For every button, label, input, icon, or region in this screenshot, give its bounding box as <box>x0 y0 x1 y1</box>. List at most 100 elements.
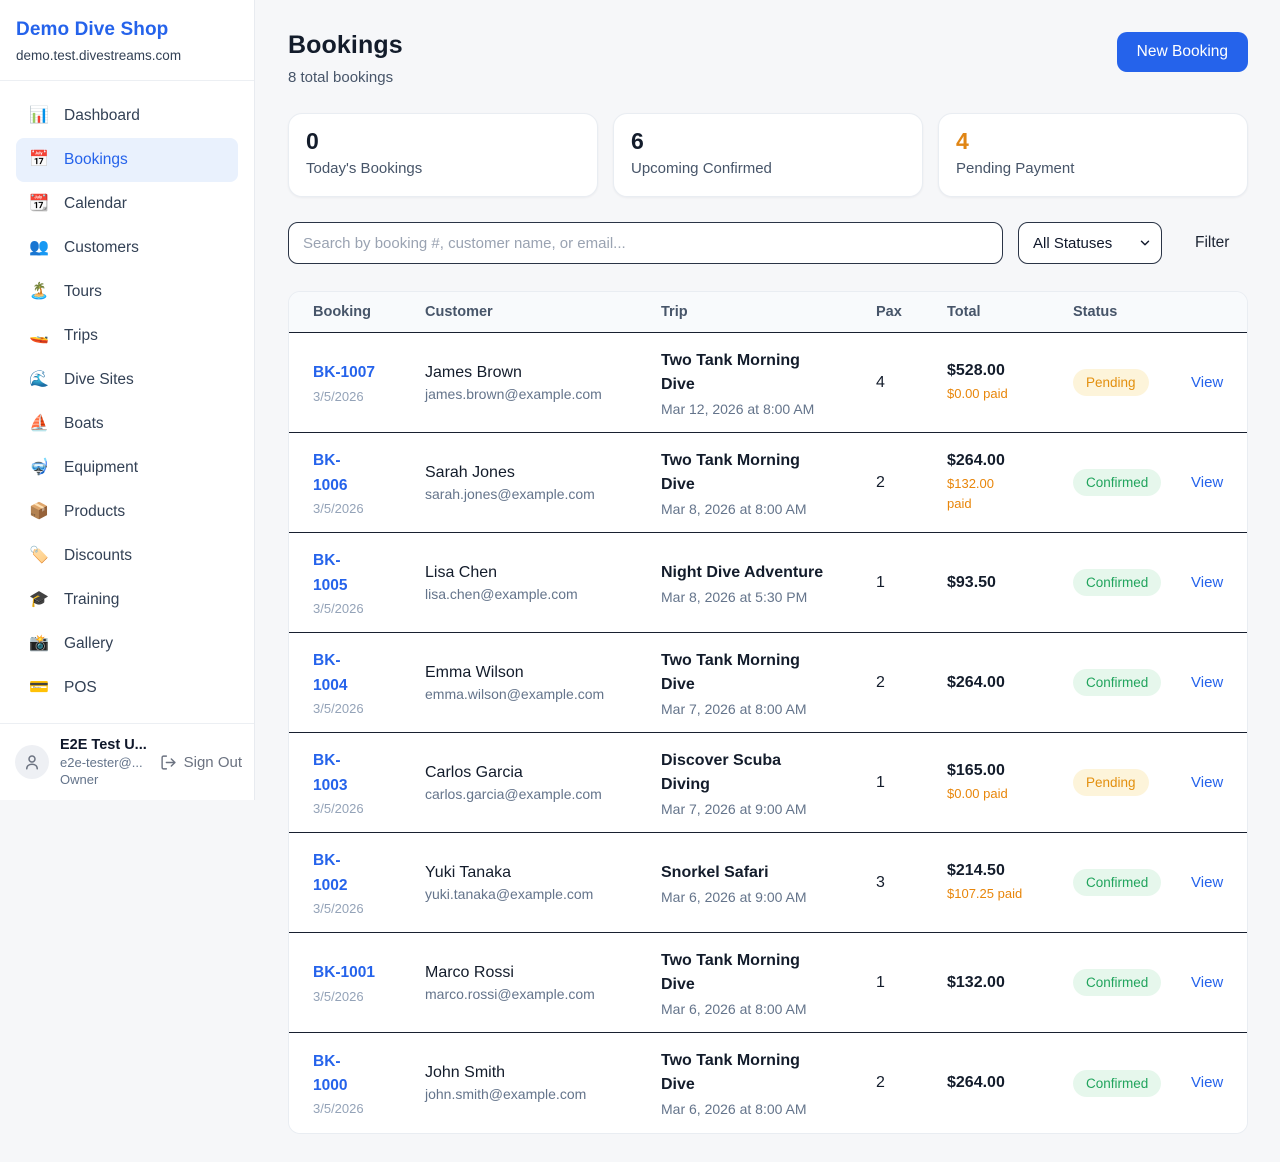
view-link[interactable]: View <box>1191 1074 1223 1091</box>
sidebar-item-calendar[interactable]: 📆Calendar <box>16 182 238 226</box>
user-block: E2E Test U... e2e-tester@... Owner <box>60 737 147 787</box>
trip-datetime: Mar 6, 2026 at 8:00 AM <box>661 1101 876 1117</box>
status-cell: Pending <box>1073 769 1191 796</box>
sidebar-item-pos[interactable]: 💳POS <box>16 666 238 710</box>
customer-name: Yuki Tanaka <box>425 864 661 882</box>
view-link[interactable]: View <box>1191 574 1223 591</box>
brand-block: Demo Dive Shop demo.test.divestreams.com <box>0 0 254 81</box>
table-row: BK-1002 3/5/2026 Yuki Tanaka yuki.tanaka@ex… <box>289 833 1247 933</box>
stat-value: 6 <box>631 128 905 155</box>
sidebar-item-gallery[interactable]: 📸Gallery <box>16 622 238 666</box>
total-amount: $132.00 <box>947 974 1073 992</box>
amount-paid: $107.25 paid <box>947 884 1073 904</box>
table-row: BK-10063/5/2026Sarah Jonessarah.jones@ex… <box>289 433 1247 533</box>
booking-date: 3/5/2026 <box>313 901 425 916</box>
status-cell: Confirmed <box>1073 1070 1191 1097</box>
view-link[interactable]: View <box>1191 874 1223 891</box>
booking-number-link[interactable]: BK-1003 <box>313 749 425 797</box>
table-row: BK-10003/5/2026John Smithjohn.smith@exam… <box>289 1033 1247 1133</box>
total-amount: $528.00 <box>947 362 1073 380</box>
view-link[interactable]: View <box>1191 374 1223 391</box>
sidebar-item-label: Bookings <box>64 151 128 169</box>
actions-cell: View <box>1191 974 1223 992</box>
sailboat-icon: ⛵ <box>29 416 49 432</box>
tag-icon: 🏷️ <box>29 548 49 564</box>
trip-cell: Two Tank MorningDiveMar 12, 2026 at 8:00… <box>661 349 876 417</box>
sidebar-item-tours[interactable]: 🏝️Tours <box>16 270 238 314</box>
status-badge: Confirmed <box>1073 569 1161 596</box>
sidebar-item-training[interactable]: 🎓Training <box>16 578 238 622</box>
sidebar-item-label: Discounts <box>64 547 132 565</box>
customer-name: Marco Rossi <box>425 964 661 982</box>
sidebar-item-trips[interactable]: 🚤Trips <box>16 314 238 358</box>
booking-cell: BK-10033/5/2026 <box>313 749 425 815</box>
filter-button[interactable]: Filter <box>1195 234 1229 252</box>
page-title: Bookings <box>288 31 403 60</box>
stat-label: Pending Payment <box>956 160 1230 177</box>
sign-out-button[interactable]: Sign Out <box>160 754 242 771</box>
view-link[interactable]: View <box>1191 974 1223 991</box>
table-row: BK-10073/5/2026James Brownjames.brown@ex… <box>289 333 1247 433</box>
trip-cell: Two Tank MorningDiveMar 8, 2026 at 8:00 … <box>661 449 876 517</box>
total-amount: $264.00 <box>947 674 1073 692</box>
customer-email: james.brown@example.com <box>425 386 661 402</box>
trip-cell: Two Tank MorningDiveMar 6, 2026 at 8:00 … <box>661 949 876 1017</box>
stat-value: 0 <box>306 128 580 155</box>
booking-number-link[interactable]: BK-1000 <box>313 1050 425 1098</box>
actions-cell: View <box>1191 874 1223 892</box>
total-cell: $264.00$132.00paid <box>947 452 1073 513</box>
sidebar-item-discounts[interactable]: 🏷️ Discounts <box>16 534 238 578</box>
customer-cell: Yuki Tanaka yuki.tanaka@example.com <box>425 864 661 902</box>
trip-name: Discover ScubaDiving <box>661 749 876 797</box>
booking-number-link[interactable]: BK-1005 <box>313 549 425 597</box>
sidebar-nav: 📊Dashboard📅Bookings📆Calendar👥Customers🏝️… <box>0 81 254 710</box>
total-cell: $264.00 <box>947 674 1073 692</box>
status-select[interactable]: All Statuses <box>1018 222 1162 264</box>
pax-cell: 2 <box>876 674 947 692</box>
brand-name: Demo Dive Shop <box>16 19 238 41</box>
customer-name: John Smith <box>425 1064 661 1082</box>
customer-email: lisa.chen@example.com <box>425 586 661 602</box>
customer-email: sarah.jones@example.com <box>425 486 661 502</box>
booking-number-link[interactable]: BK-1004 <box>313 649 425 697</box>
tear-off-calendar-icon: 📆 <box>29 196 49 212</box>
sidebar-item-bookings[interactable]: 📅Bookings <box>16 138 238 182</box>
booking-date: 3/5/2026 <box>313 701 425 716</box>
sidebar-item-equipment[interactable]: 🤿Equipment <box>16 446 238 490</box>
customer-email: yuki.tanaka@example.com <box>425 886 661 902</box>
table-row: BK-10033/5/2026Carlos Garciacarlos.garci… <box>289 733 1247 833</box>
booking-cell: BK-1002 3/5/2026 <box>313 849 425 915</box>
column-header-customer: Customer <box>425 304 661 320</box>
view-link[interactable]: View <box>1191 474 1223 491</box>
new-booking-button[interactable]: New Booking <box>1117 32 1248 72</box>
search-input[interactable] <box>288 222 1003 264</box>
pax-cell: 1 <box>876 774 947 792</box>
booking-cell: BK-1004 3/5/2026 <box>313 649 425 715</box>
pax-cell: 2 <box>876 474 947 492</box>
status-badge: Confirmed <box>1073 469 1161 496</box>
stat-label: Today's Bookings <box>306 160 580 177</box>
total-amount: $264.00 <box>947 1074 1073 1092</box>
total-cell: $132.00 <box>947 974 1073 992</box>
booking-date: 3/5/2026 <box>313 389 425 404</box>
sidebar-item-label: POS <box>64 679 97 697</box>
sidebar-item-dashboard[interactable]: 📊Dashboard <box>16 94 238 138</box>
booking-number-link[interactable]: BK-1006 <box>313 449 425 497</box>
view-link[interactable]: View <box>1191 674 1223 691</box>
actions-cell: View <box>1191 574 1223 592</box>
sidebar-item-customers[interactable]: 👥Customers <box>16 226 238 270</box>
booking-number-link[interactable]: BK-1007 <box>313 361 425 385</box>
view-link[interactable]: View <box>1191 774 1223 791</box>
booking-number-link[interactable]: BK-1001 <box>313 961 425 985</box>
booking-cell: BK-1007 3/5/2026 <box>313 361 425 403</box>
sidebar-item-dive-sites[interactable]: 🌊Dive Sites <box>16 358 238 402</box>
user-role: Owner <box>60 772 147 787</box>
sidebar-item-products[interactable]: 📦Products <box>16 490 238 534</box>
bookings-table: BookingCustomerTripPaxTotalStatus BK-100… <box>288 291 1248 1134</box>
filter-row: All Statuses Filter <box>288 222 1248 264</box>
total-cell: $264.00 <box>947 1074 1073 1092</box>
sidebar-item-boats[interactable]: ⛵Boats <box>16 402 238 446</box>
brand-domain: demo.test.divestreams.com <box>16 48 238 63</box>
stats-row: 0Today's Bookings6Upcoming Confirmed4Pen… <box>288 113 1248 197</box>
booking-number-link[interactable]: BK-1002 <box>313 849 425 897</box>
